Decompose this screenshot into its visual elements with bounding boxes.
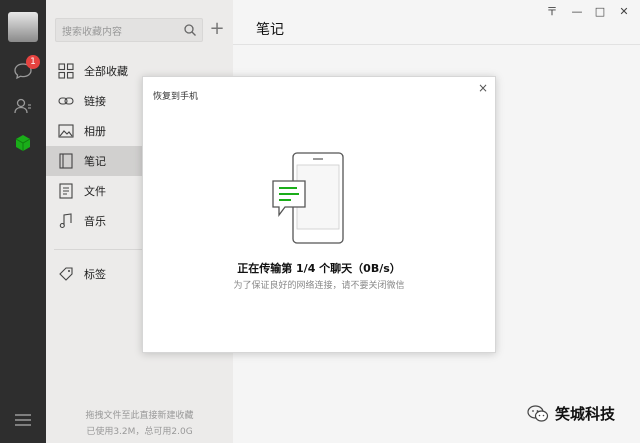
pin-button[interactable]: 〒 [542, 5, 562, 19]
unread-badge: 1 [26, 55, 40, 69]
dialog-title: 恢复到手机 [153, 92, 199, 102]
sidebar-item-label: 相册 [84, 125, 106, 138]
left-navbar: 1 [0, 0, 46, 443]
sidebar-item-label: 全部收藏 [84, 65, 128, 78]
cube-icon [15, 135, 31, 151]
minimize-button[interactable]: — [567, 5, 587, 19]
close-window-button[interactable]: ✕ [614, 5, 634, 19]
search-placeholder: 搜索收藏内容 [62, 27, 122, 38]
favorites-nav-button[interactable] [11, 132, 35, 154]
sidebar-item-label: 文件 [84, 185, 106, 198]
maximize-button[interactable]: □ [590, 5, 610, 19]
sidebar-item-label: 链接 [84, 95, 106, 108]
grid-icon [58, 63, 74, 79]
contacts-nav-button[interactable] [11, 95, 35, 117]
avatar[interactable] [8, 12, 38, 42]
transfer-hint: 为了保证良好的网络连接，请不要关闭微信 [233, 281, 405, 291]
add-button[interactable]: + [206, 18, 228, 40]
watermark-text: 笑城科技 [555, 405, 616, 423]
restore-dialog: 恢复到手机 × 正在传输第 1/4 个聊天（0B/s） 为了保证良好的网络连接，… [142, 76, 496, 353]
sidebar-item-label: 笔记 [84, 155, 106, 168]
search-input[interactable]: 搜索收藏内容 [55, 18, 203, 42]
storage-usage: 已使用3.2M，总可用2.0G [86, 427, 193, 437]
link-icon [58, 97, 74, 105]
drag-hint: 拖拽文件至此直接新建收藏 [85, 411, 194, 421]
tag-icon [59, 267, 73, 281]
menu-icon[interactable] [13, 412, 33, 428]
music-icon [59, 213, 72, 229]
sidebar-item-label: 标签 [84, 268, 106, 281]
dialog-close-button[interactable]: × [478, 81, 488, 95]
title-divider [233, 44, 640, 45]
image-icon [58, 124, 74, 138]
watermark: 笑城科技 [527, 403, 615, 424]
sidebar-item-label: 音乐 [84, 215, 106, 228]
page-title: 笔记 [256, 22, 284, 38]
chat-nav-button[interactable]: 1 [11, 55, 40, 82]
transfer-status: 正在传输第 1/4 个聊天（0B/s） [237, 262, 401, 275]
phone-transfer-illustration [272, 152, 344, 244]
search-icon [184, 24, 196, 36]
contacts-icon [14, 98, 31, 114]
wechat-logo-icon [527, 404, 549, 422]
file-icon [59, 183, 73, 199]
note-icon [59, 153, 73, 169]
